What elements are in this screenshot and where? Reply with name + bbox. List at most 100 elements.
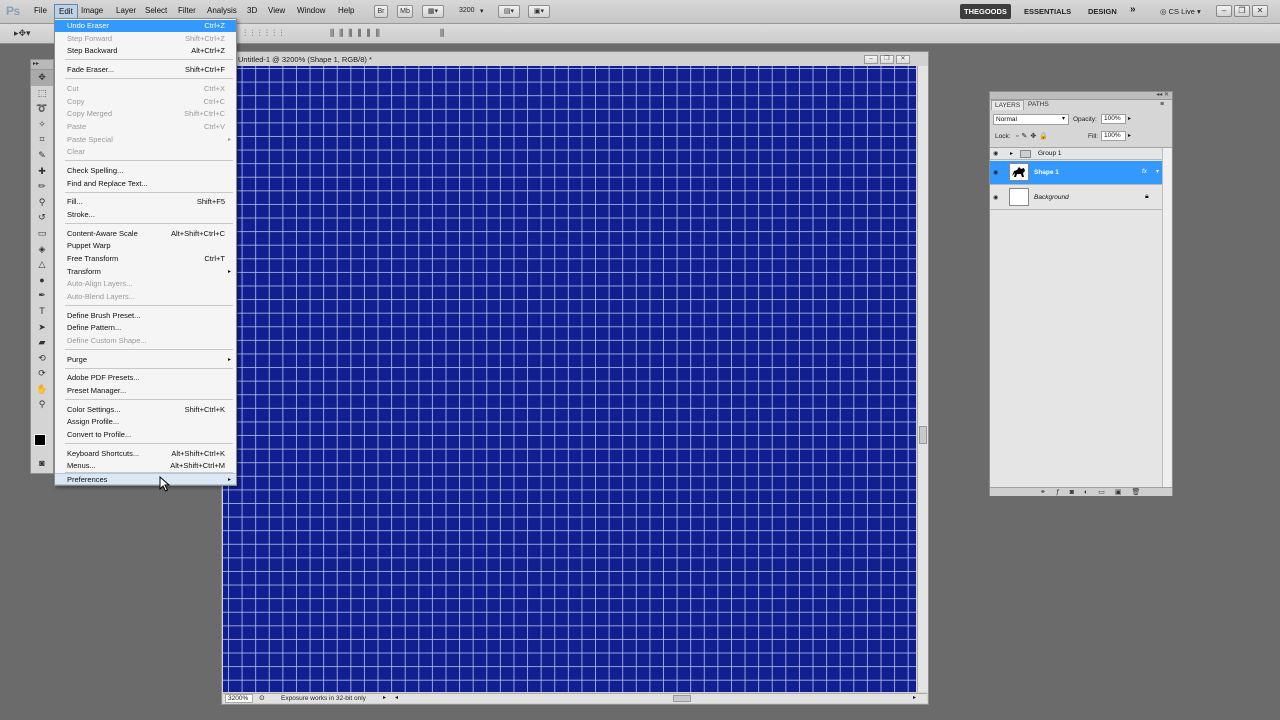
doc-minimize-button[interactable]: ‒	[864, 55, 878, 64]
zoom-level-dropdown[interactable]: 3200	[459, 7, 475, 14]
type-tool-icon[interactable]: T	[31, 304, 53, 320]
scroll-right-icon[interactable]: ▸	[913, 694, 916, 701]
visibility-eye-icon[interactable]: ◉	[993, 150, 998, 157]
quick-mask-icon[interactable]: ◙	[31, 456, 53, 472]
lock-options-icon[interactable]: ▫✎✥🔒	[1016, 132, 1051, 140]
hand-tool-icon[interactable]: ✋	[31, 382, 53, 398]
close-button[interactable]: ✕	[1252, 5, 1268, 17]
pen-tool-icon[interactable]: ✒	[31, 288, 53, 304]
opacity-field[interactable]: 100%	[1101, 114, 1126, 124]
menu-item-clear[interactable]: Clear	[55, 146, 236, 158]
menu-select[interactable]: Select	[145, 6, 167, 15]
bridge-button[interactable]: Br	[374, 5, 388, 18]
menu-analysis[interactable]: Analysis	[207, 6, 237, 15]
menu-file[interactable]: File	[34, 6, 47, 15]
menu-item-check-spelling[interactable]: Check Spelling...	[55, 165, 236, 177]
menu-item-auto-align-layers[interactable]: Auto-Align Layers...	[55, 278, 236, 290]
menu-item-keyboard-shortcuts[interactable]: Keyboard Shortcuts... Alt+Shift+Ctrl+K	[55, 448, 236, 460]
arrange-documents-dropdown[interactable]: ▤▾	[498, 5, 520, 18]
zoom-tool-icon[interactable]: ⚲	[31, 397, 53, 413]
doc-restore-button[interactable]: ❐	[880, 55, 894, 64]
menu-3d[interactable]: 3D	[247, 6, 257, 15]
auto-align-icon[interactable]: ⫼	[440, 28, 444, 39]
view-extras-dropdown[interactable]: ▦▾	[422, 5, 444, 18]
menu-item-copy[interactable]: Copy Ctrl+C	[55, 96, 236, 108]
menu-view[interactable]: View	[268, 6, 285, 15]
menu-item-puppet-warp[interactable]: Puppet Warp	[55, 240, 236, 252]
move-tool-preset-icon[interactable]: ▸✥▾	[14, 28, 31, 39]
document-canvas[interactable]	[223, 66, 916, 692]
menu-item-preset-manager[interactable]: Preset Manager...	[55, 385, 236, 397]
menu-help[interactable]: Help	[338, 6, 354, 15]
eraser-tool-icon[interactable]: ▭	[31, 226, 53, 242]
panel-collapse-bar[interactable]: ◂◂ ✕	[990, 92, 1172, 100]
move-tool-icon[interactable]: ✥	[31, 70, 53, 86]
blend-mode-select[interactable]: Normal ▾	[993, 114, 1069, 125]
layer-row-group-1[interactable]: ◉ ▸ Group 1	[990, 148, 1162, 160]
layers-scrollbar[interactable]	[1162, 148, 1171, 488]
3d-rotate-tool-icon[interactable]: ⟲	[31, 351, 53, 367]
workspace-thegoods[interactable]: THEGOODS	[960, 4, 1011, 19]
menu-item-fade-eraser[interactable]: Fade Eraser... Shift+Ctrl+F	[55, 64, 236, 76]
dodge-tool-icon[interactable]: ●	[31, 273, 53, 289]
eyedropper-tool-icon[interactable]: ✎	[31, 148, 53, 164]
spot-healing-tool-icon[interactable]: ✚	[31, 164, 53, 180]
menu-item-define-pattern[interactable]: Define Pattern...	[55, 322, 236, 334]
menu-filter[interactable]: Filter	[178, 6, 196, 15]
blur-tool-icon[interactable]: △	[31, 257, 53, 273]
distribute-buttons-icon[interactable]: ⫼⫼⫼⫼⫼⫼	[330, 28, 385, 39]
status-menu-arrow-icon[interactable]: ▸	[383, 694, 386, 701]
menu-item-convert-to-profile[interactable]: Convert to Profile...	[55, 429, 236, 441]
vertical-scroll-thumb[interactable]	[919, 426, 927, 444]
vertical-scrollbar[interactable]	[917, 66, 928, 692]
tab-layers[interactable]: LAYERS	[991, 100, 1025, 110]
menu-item-undo-eraser[interactable]: Undo Eraser Ctrl+Z	[55, 20, 236, 32]
scroll-left-icon[interactable]: ◂	[395, 694, 398, 701]
history-brush-tool-icon[interactable]: ↺	[31, 210, 53, 226]
menu-item-define-custom-shape[interactable]: Define Custom Shape...	[55, 335, 236, 347]
align-buttons-icon[interactable]: ⫶⫶⫶⫶⫶⫶	[244, 28, 288, 39]
layer-action-icons[interactable]: ⚭ƒ◙◐▭▣🗑︎	[1040, 488, 1150, 496]
panel-menu-icon[interactable]: ≡	[1160, 101, 1164, 108]
3d-orbit-tool-icon[interactable]: ⟳	[31, 366, 53, 382]
menu-item-step-forward[interactable]: Step Forward Shift+Ctrl+Z	[55, 33, 236, 45]
effects-arrow-icon[interactable]: ▾	[1156, 168, 1159, 175]
menu-item-cut[interactable]: Cut Ctrl+X	[55, 83, 236, 95]
menu-item-stroke[interactable]: Stroke...	[55, 209, 236, 221]
path-selection-tool-icon[interactable]: ➤	[31, 320, 53, 336]
menu-item-paste-special[interactable]: Paste Special ▸	[55, 134, 236, 146]
menu-item-paste[interactable]: Paste Ctrl+V	[55, 121, 236, 133]
menu-item-free-transform[interactable]: Free Transform Ctrl+T	[55, 253, 236, 265]
menu-item-fill[interactable]: Fill... Shift+F5	[55, 196, 236, 208]
screen-mode-dropdown[interactable]: ▣▾	[528, 5, 550, 18]
menu-item-find-replace[interactable]: Find and Replace Text...	[55, 178, 236, 190]
menu-item-color-settings[interactable]: Color Settings... Shift+Ctrl+K	[55, 404, 236, 416]
brush-tool-icon[interactable]: ✏	[31, 179, 53, 195]
marquee-tool-icon[interactable]: ⬚	[31, 86, 53, 102]
menu-item-step-backward[interactable]: Step Backward Alt+Ctrl+Z	[55, 45, 236, 57]
menu-item-transform[interactable]: Transform ▸	[55, 266, 236, 278]
layer-row-background[interactable]: ◉ Background 🔒︎	[990, 186, 1162, 210]
shape-tool-icon[interactable]: ▰	[31, 335, 53, 351]
menu-layer[interactable]: Layer	[116, 6, 136, 15]
tools-panel-header[interactable]: ▸▸	[31, 60, 53, 70]
doc-close-button[interactable]: ✕	[896, 55, 910, 64]
menu-item-copy-merged[interactable]: Copy Merged Shift+Ctrl+C	[55, 108, 236, 120]
lasso-tool-icon[interactable]: ➰	[31, 101, 53, 117]
menu-item-content-aware-scale[interactable]: Content-Aware Scale Alt+Shift+Ctrl+C	[55, 228, 236, 240]
tab-paths[interactable]: PATHS	[1025, 100, 1052, 110]
menu-window[interactable]: Window	[297, 6, 325, 15]
foreground-color-swatch[interactable]	[34, 434, 46, 446]
menu-item-auto-blend-layers[interactable]: Auto-Blend Layers...	[55, 291, 236, 303]
menu-item-menus[interactable]: Menus... Alt+Shift+Ctrl+M	[55, 460, 236, 472]
minimize-button[interactable]: ‒	[1216, 5, 1232, 17]
menu-item-purge[interactable]: Purge ▸	[55, 354, 236, 366]
fx-badge[interactable]: fx	[1142, 168, 1147, 175]
menu-item-define-brush-preset[interactable]: Define Brush Preset...	[55, 310, 236, 322]
quick-selection-tool-icon[interactable]: ✧	[31, 117, 53, 133]
visibility-eye-icon[interactable]: ◉	[993, 169, 998, 176]
status-info-icon[interactable]: ⊙	[259, 694, 265, 702]
fill-slider-arrow-icon[interactable]: ▸	[1128, 132, 1131, 139]
restore-button[interactable]: ❐	[1234, 5, 1250, 17]
cs-live-button[interactable]: ◎ CS Live ▾	[1160, 7, 1201, 16]
